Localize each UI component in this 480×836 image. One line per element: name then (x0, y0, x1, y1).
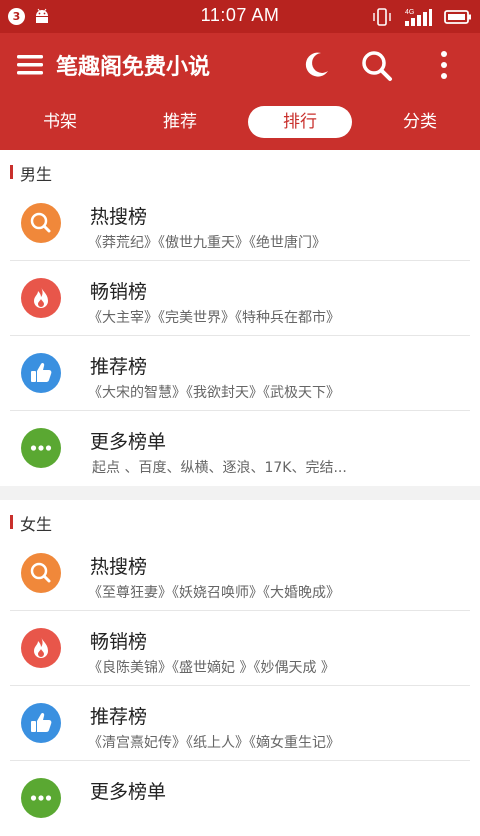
vibrate-icon (373, 7, 391, 26)
section-header: 男生 (0, 150, 480, 186)
ranking-content: 男生 热搜榜 《莽荒纪》《傲世九重天》《绝世唐门》 畅销榜 《大主宰》《完美世界… (0, 150, 480, 836)
rank-books: 《至尊狂妻》《妖娆召唤师》《大婚晚成》 (88, 585, 340, 601)
more-dots-icon (21, 778, 61, 818)
search-icon (21, 553, 61, 593)
rank-name: 推荐榜 (90, 706, 148, 728)
app-title: 笔趣阁免费小说 (56, 55, 211, 80)
rank-books: 《大宋的智慧》《我欲封天》《武极天下》 (88, 385, 340, 401)
thumbs-up-icon (21, 353, 61, 393)
rank-row-hot-search[interactable]: 热搜榜 《莽荒纪》《傲世九重天》《绝世唐门》 (0, 186, 480, 261)
rank-row-hot-search[interactable]: 热搜榜 《至尊狂妻》《妖娆召唤师》《大婚晚成》 (0, 536, 480, 611)
section-title: 男生 (20, 165, 53, 184)
fire-icon (21, 278, 61, 318)
section-accent-bar (10, 515, 13, 529)
rank-row-bestseller[interactable]: 畅销榜 《大主宰》《完美世界》《特种兵在都市》 (0, 261, 480, 336)
tab-bookshelf[interactable]: 书架 (20, 106, 100, 138)
more-dots-icon (21, 428, 61, 468)
section-gap (0, 486, 480, 500)
rank-books: 《大主宰》《完美世界》《特种兵在都市》 (88, 310, 340, 326)
section-male: 男生 热搜榜 《莽荒纪》《傲世九重天》《绝世唐门》 畅销榜 《大主宰》《完美世界… (0, 150, 480, 486)
status-bar: 3 11:07 AM 4G (0, 0, 480, 33)
rank-row-more[interactable]: 更多榜单 (0, 761, 480, 836)
moon-icon[interactable] (300, 49, 332, 81)
section-title: 女生 (20, 515, 53, 534)
signal-icon: 4G (404, 8, 432, 26)
rank-name: 畅销榜 (90, 281, 148, 303)
section-female: 女生 热搜榜 《至尊狂妻》《妖娆召唤师》《大婚晚成》 畅销榜 《良陈美锦》《盛世… (0, 500, 480, 836)
rank-books: 《良陈美锦》《盛世嫡妃 》《妙偶天成 》 (88, 660, 335, 676)
rank-row-recommended[interactable]: 推荐榜 《清宫熹妃传》《纸上人》《嫡女重生记》 (0, 686, 480, 761)
fire-icon (21, 628, 61, 668)
more-vert-icon[interactable] (436, 49, 452, 83)
rank-row-bestseller[interactable]: 畅销榜 《良陈美锦》《盛世嫡妃 》《妙偶天成 》 (0, 611, 480, 686)
search-icon (21, 203, 61, 243)
tab-ranking[interactable]: 排行 (248, 106, 352, 138)
rank-name: 畅销榜 (90, 631, 148, 653)
section-header: 女生 (0, 500, 480, 536)
thumbs-up-icon (21, 703, 61, 743)
tab-recommend[interactable]: 推荐 (140, 106, 220, 138)
battery-icon (444, 9, 471, 24)
network-type-label: 4G (405, 9, 414, 16)
rank-name: 更多榜单 (90, 431, 167, 453)
rank-row-recommended[interactable]: 推荐榜 《大宋的智慧》《我欲封天》《武极天下》 (0, 336, 480, 411)
search-icon[interactable] (360, 49, 394, 83)
menu-icon[interactable] (17, 53, 45, 77)
rank-name: 推荐榜 (90, 356, 148, 378)
rank-books: 起点 、百度、纵横、逐浪、17K、完结... (92, 460, 347, 476)
app-bar: 笔趣阁免费小说 (0, 33, 480, 98)
rank-name: 热搜榜 (90, 206, 148, 228)
rank-books: 《清宫熹妃传》《纸上人》《嫡女重生记》 (88, 735, 340, 751)
section-accent-bar (10, 165, 13, 179)
tab-bar: 书架 推荐 排行 分类 (0, 98, 480, 150)
rank-books: 《莽荒纪》《傲世九重天》《绝世唐门》 (88, 235, 326, 251)
rank-name: 热搜榜 (90, 556, 148, 578)
rank-row-more[interactable]: 更多榜单 起点 、百度、纵横、逐浪、17K、完结... (0, 411, 480, 486)
tab-category[interactable]: 分类 (380, 106, 460, 138)
